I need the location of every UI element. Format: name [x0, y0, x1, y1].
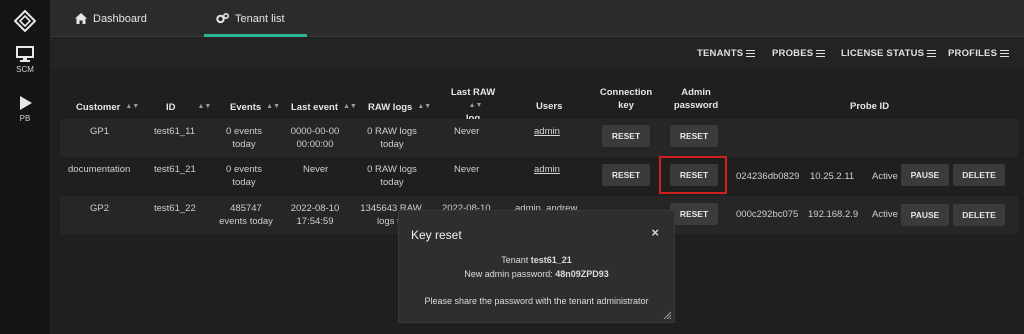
- cell-probe-id: 000c292bc075: [736, 209, 799, 220]
- cell-last-raw: Never: [454, 126, 480, 137]
- menu-probes[interactable]: PROBES: [772, 48, 826, 59]
- tab-tenant-list[interactable]: Tenant list: [204, 0, 306, 37]
- menu-tenants[interactable]: TENANTS: [697, 48, 756, 59]
- user-link-admin[interactable]: admin: [534, 126, 560, 139]
- monitor-icon: [16, 46, 34, 62]
- menu-profiles[interactable]: PROFILES: [948, 48, 1010, 59]
- header-id[interactable]: ID ▲▼: [166, 101, 211, 114]
- cell-events: 0 events today: [226, 164, 262, 188]
- tenant-line: Tenant test61_21: [501, 255, 572, 265]
- cell-probe-status: Active: [872, 209, 898, 220]
- menu-label: PROBES: [772, 48, 814, 59]
- play-icon: [20, 96, 32, 110]
- cell-events: 485747 events today: [219, 203, 273, 227]
- password-line: New admin password: 48n09ZPD93: [464, 269, 609, 279]
- header-probe-id: Probe ID: [850, 101, 890, 112]
- rail-item-pb[interactable]: PB: [0, 95, 50, 123]
- key-reset-dialog: Key reset × Tenant test61_21 New admin p…: [399, 211, 674, 322]
- cell-last-event: Never: [303, 164, 329, 175]
- highlight-box: [659, 156, 727, 194]
- connection-key-reset-button[interactable]: RESET: [602, 164, 650, 186]
- close-icon[interactable]: ×: [651, 225, 659, 240]
- dialog-note: Please share the password with the tenan…: [424, 296, 649, 306]
- cell-probe-status: Active: [872, 171, 898, 182]
- user-link-admin[interactable]: admin: [534, 164, 560, 177]
- home-icon: [75, 13, 87, 24]
- tab-label: Dashboard: [93, 12, 147, 25]
- sub-nav: TENANTS PROBES LICENSE STATUS PROFILES: [50, 37, 1024, 69]
- header-connection-key: Connection key: [599, 87, 653, 111]
- header-last-event[interactable]: Last event ▲▼: [291, 101, 357, 114]
- cell-id: test61_22: [154, 203, 196, 214]
- cell-customer: GP2: [90, 203, 110, 214]
- hamburger-icon: [746, 48, 756, 59]
- sort-icon: ▲▼: [125, 103, 140, 110]
- resize-grip-icon[interactable]: [663, 311, 672, 320]
- dialog-title: Key reset: [411, 228, 462, 242]
- tab-dashboard[interactable]: Dashboard: [75, 0, 147, 37]
- rail-item-label: SCM: [16, 65, 34, 74]
- top-nav: Dashboard Tenant list: [50, 0, 1024, 37]
- cell-probe-ip: 10.25.2.11: [810, 171, 855, 182]
- cell-last-raw: Never: [454, 164, 480, 175]
- admin-password-reset-button[interactable]: RESET: [670, 203, 718, 225]
- password-value: 48n09ZPD93: [555, 269, 609, 279]
- header-customer[interactable]: Customer ▲▼: [76, 101, 139, 114]
- header-admin-password: Admin password: [673, 87, 719, 111]
- cell-id: test61_21: [154, 164, 196, 175]
- menu-label: LICENSE STATUS: [841, 48, 925, 59]
- menu-license-status[interactable]: LICENSE STATUS: [841, 48, 937, 59]
- cell-events: 0 events today: [226, 126, 262, 150]
- cell-last-event: 2022-08-10 17:54:59: [290, 203, 340, 227]
- hamburger-icon: [927, 48, 937, 59]
- pause-button[interactable]: PAUSE: [901, 164, 949, 186]
- menu-label: TENANTS: [697, 48, 744, 59]
- cell-customer: documentation: [68, 164, 131, 175]
- sort-icon: ▲▼: [197, 103, 212, 110]
- header-raw-logs[interactable]: RAW logs ▲▼: [368, 101, 431, 114]
- rail-item-scm[interactable]: SCM: [0, 46, 50, 74]
- cell-id: test61_11: [154, 126, 196, 137]
- sort-icon: ▲▼: [468, 101, 483, 109]
- header-users: Users: [536, 101, 563, 112]
- gears-icon: [216, 13, 229, 24]
- delete-button[interactable]: DELETE: [953, 164, 1005, 186]
- cell-customer: GP1: [90, 126, 110, 137]
- hamburger-icon: [1000, 48, 1010, 59]
- hamburger-icon: [816, 48, 826, 59]
- app-logo-icon[interactable]: [14, 10, 36, 32]
- left-rail: SCM PB: [0, 0, 50, 334]
- menu-label: PROFILES: [948, 48, 998, 59]
- sort-icon: ▲▼: [417, 103, 432, 110]
- pause-button[interactable]: PAUSE: [901, 204, 949, 226]
- cell-raw-logs: 0 RAW logs today: [367, 126, 417, 150]
- tab-label: Tenant list: [235, 12, 285, 25]
- sort-icon: ▲▼: [266, 103, 281, 110]
- cell-last-event: 0000-00-00 00:00:00: [290, 126, 340, 150]
- header-events[interactable]: Events ▲▼: [230, 101, 280, 114]
- rail-item-label: PB: [19, 114, 31, 123]
- connection-key-reset-button[interactable]: RESET: [602, 125, 650, 147]
- cell-probe-id: 024236db0829: [736, 171, 800, 182]
- cell-probe-ip: 192.168.2.9: [808, 209, 859, 220]
- sort-icon: ▲▼: [343, 103, 357, 110]
- cell-raw-logs: 0 RAW logs today: [367, 164, 417, 188]
- delete-button[interactable]: DELETE: [953, 204, 1005, 226]
- tenant-value: test61_21: [530, 255, 572, 265]
- admin-password-reset-button[interactable]: RESET: [670, 125, 718, 147]
